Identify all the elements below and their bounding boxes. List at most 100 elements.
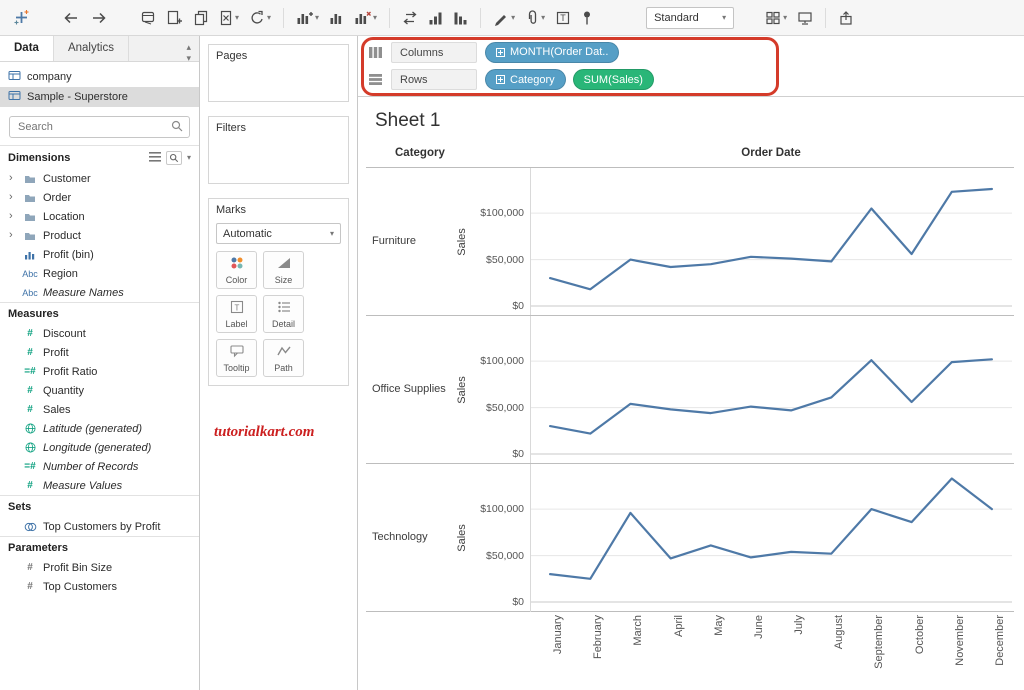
field-item-region[interactable]: Abc Region (0, 264, 199, 283)
expander-icon[interactable]: › (9, 173, 17, 184)
marks-path-button[interactable]: Path (263, 339, 304, 377)
pill-sum-sales[interactable]: SUM(Sales) (572, 69, 654, 90)
filters-card[interactable]: Filters (208, 116, 349, 184)
chevron-down-icon[interactable]: ▾ (187, 154, 191, 162)
x-tick-label-may[interactable]: May (713, 615, 725, 690)
row-field-header[interactable]: Category (395, 147, 445, 159)
run-update-button[interactable]: ▾ (349, 6, 382, 30)
sets-header: Sets (0, 495, 199, 517)
mark-type-dropdown[interactable]: Automatic ▾ (216, 223, 341, 244)
field-item-top-customers-by-profit[interactable]: Top Customers by Profit (0, 517, 199, 536)
x-tick-label-february[interactable]: February (592, 615, 604, 690)
search-icon[interactable] (171, 120, 183, 135)
field-item-location[interactable]: › Location (0, 207, 199, 226)
datasource-item-sample-superstore[interactable]: Sample - Superstore (0, 87, 199, 107)
x-tick-label-august[interactable]: August (833, 615, 845, 690)
rows-shelf[interactable]: Rows Category SUM(Sales) (358, 65, 1024, 94)
marks-label-button[interactable]: T Label (216, 295, 257, 333)
bin-icon (22, 250, 38, 260)
undo-button[interactable] (57, 7, 85, 29)
sort-descending-button[interactable] (448, 6, 473, 30)
field-item-customer[interactable]: › Customer (0, 169, 199, 188)
field-item-profit-bin[interactable]: Profit (bin) (0, 245, 199, 264)
field-item-longitude-generated[interactable]: Longitude (generated) (0, 438, 199, 457)
field-item-top-customers[interactable]: # Top Customers (0, 577, 199, 596)
new-data-source-button[interactable] (135, 6, 161, 30)
line-chart[interactable] (530, 168, 1012, 316)
x-tick-label-january[interactable]: January (552, 615, 564, 690)
datasource-icon (8, 70, 21, 84)
show-mark-labels-button[interactable]: T (550, 6, 576, 30)
find-field-icon[interactable] (165, 151, 182, 165)
pill-category[interactable]: Category (485, 69, 566, 90)
x-tick-label-november[interactable]: November (954, 615, 966, 690)
columns-shelf[interactable]: Columns MONTH(Order Dat.. (358, 36, 1024, 65)
pill-month-order-dat[interactable]: MONTH(Order Dat.. (485, 41, 620, 63)
fit-selector[interactable]: Standard ▾ (646, 6, 735, 29)
line-chart[interactable] (530, 464, 1012, 612)
marks-detail-button[interactable]: Detail (263, 295, 304, 333)
pane-options-icon[interactable]: ▴ ▾ (186, 36, 199, 63)
redo-button[interactable] (85, 7, 113, 29)
refresh-data-button[interactable]: ▾ (244, 6, 276, 30)
mark-button-label: Tooltip (223, 362, 250, 373)
field-item-order[interactable]: › Order (0, 188, 199, 207)
dropdown-caret: ▾ (541, 12, 546, 22)
sort-ascending-button[interactable] (423, 6, 448, 30)
tab-data[interactable]: Data (0, 36, 54, 61)
auto-update-button[interactable] (324, 6, 349, 30)
search-input[interactable] (9, 116, 190, 138)
x-tick-label-october[interactable]: October (914, 615, 926, 690)
view-data-grid-icon[interactable] (148, 151, 161, 165)
x-tick-label-june[interactable]: June (753, 615, 765, 690)
field-item-profit[interactable]: # Profit (0, 343, 199, 362)
mark-button-label: Detail (271, 318, 295, 329)
line-chart[interactable] (530, 316, 1012, 464)
row-header-office-supplies[interactable]: Office Supplies (372, 316, 458, 463)
marks-size-button[interactable]: Size (263, 251, 304, 289)
marks-color-button[interactable]: Color (216, 251, 257, 289)
field-item-measure-values[interactable]: # Measure Values (0, 476, 199, 495)
field-item-quantity[interactable]: # Quantity (0, 381, 199, 400)
x-tick-label-march[interactable]: March (632, 615, 644, 690)
field-item-profit-ratio[interactable]: =# Profit Ratio (0, 362, 199, 381)
fix-axes-button[interactable] (576, 6, 598, 30)
expander-icon[interactable]: › (9, 192, 17, 203)
x-tick-label-december[interactable]: December (994, 615, 1006, 690)
field-item-sales[interactable]: # Sales (0, 400, 199, 419)
x-tick-label-september[interactable]: September (873, 615, 885, 690)
row-header-furniture[interactable]: Furniture (372, 168, 458, 315)
field-item-latitude-generated[interactable]: Latitude (generated) (0, 419, 199, 438)
pages-card[interactable]: Pages (208, 44, 349, 102)
clear-sheet-icon (220, 10, 232, 25)
datasource-item-company[interactable]: company (0, 67, 199, 87)
svg-text:T: T (234, 303, 239, 312)
show-cards-button[interactable]: ▾ (760, 6, 792, 30)
row-header-technology[interactable]: Technology (372, 464, 458, 611)
field-item-discount[interactable]: # Discount (0, 324, 199, 343)
tab-analytics[interactable]: Analytics (54, 36, 129, 61)
col-field-header[interactable]: Order Date (530, 147, 1012, 159)
x-tick-label-july[interactable]: July (793, 615, 805, 690)
share-button[interactable] (833, 6, 859, 30)
marks-tooltip-button[interactable]: Tooltip (216, 339, 257, 377)
x-tick-label-april[interactable]: April (673, 615, 685, 690)
expander-icon[interactable]: › (9, 230, 17, 241)
mark-type-value: Automatic (223, 227, 272, 240)
clear-sheet-button[interactable]: ▾ (214, 6, 244, 30)
expander-icon[interactable]: › (9, 211, 17, 222)
field-item-profit-bin-size[interactable]: # Profit Bin Size (0, 558, 199, 577)
highlight-button[interactable]: ▾ (488, 6, 520, 30)
swap-axes-button[interactable] (397, 6, 423, 30)
field-item-product[interactable]: › Product (0, 226, 199, 245)
field-item-number-of-records[interactable]: =# Number of Records (0, 457, 199, 476)
field-item-measure-names[interactable]: Abc Measure Names (0, 283, 199, 302)
group-members-button[interactable]: ▾ (520, 6, 550, 30)
duplicate-sheet-button[interactable] (188, 6, 214, 30)
new-worksheet-button[interactable] (161, 6, 188, 30)
pause-auto-updates-button[interactable]: ▾ (291, 6, 324, 30)
presentation-mode-button[interactable] (792, 6, 818, 30)
shelves: Columns MONTH(Order Dat.. Rows Category S… (358, 36, 1024, 96)
highlight-pen-icon (495, 14, 507, 26)
tableau-logo[interactable] (8, 5, 35, 30)
